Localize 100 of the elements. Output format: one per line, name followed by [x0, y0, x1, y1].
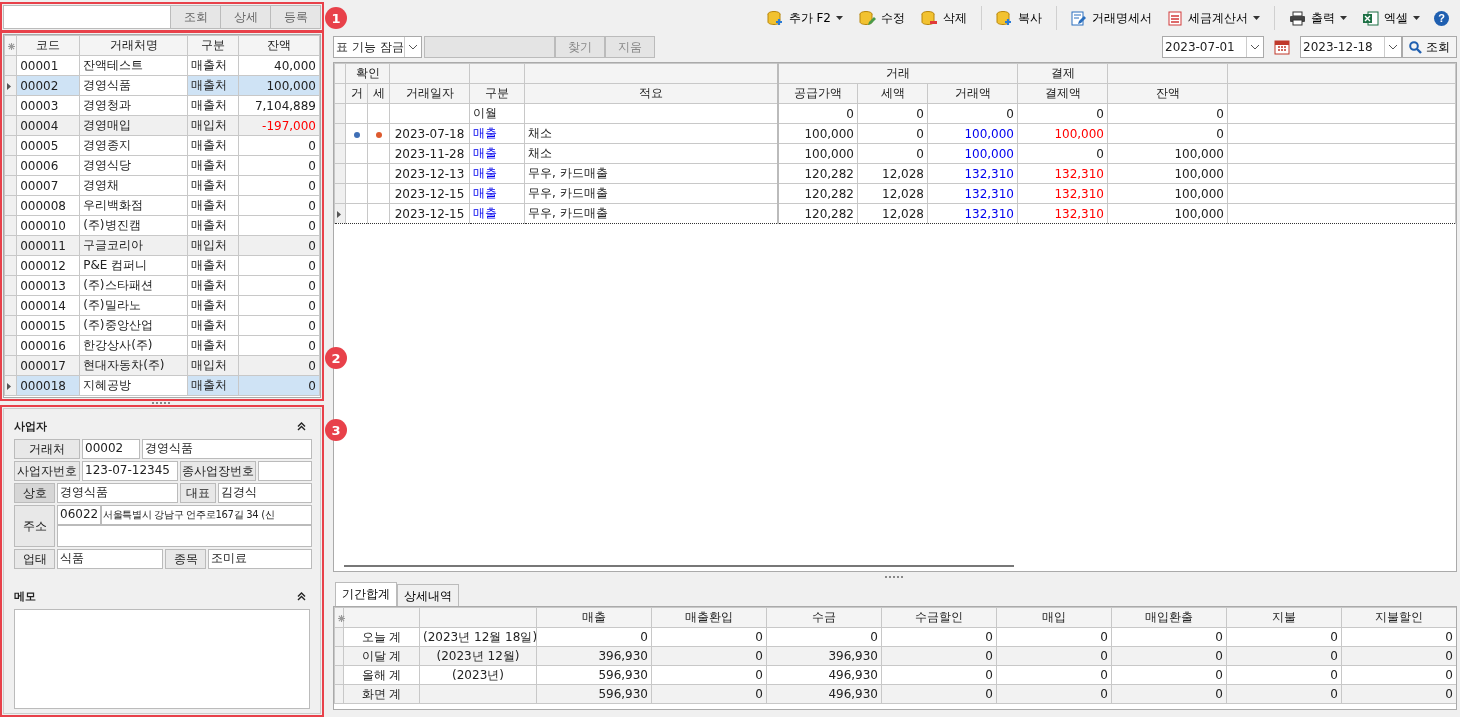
- table-cell: 100,000: [777, 123, 858, 144]
- table-cell: 매출처: [187, 215, 239, 236]
- table-cell: 0: [536, 627, 652, 647]
- table-cell: (주)밀라노: [79, 295, 188, 316]
- toolbar-button[interactable]: 상세: [220, 6, 270, 28]
- calendar-icon[interactable]: [1274, 39, 1290, 55]
- database-icon: [859, 10, 876, 26]
- toolbar-button[interactable]: 거래명세서: [1065, 7, 1158, 29]
- address-field[interactable]: 서울특별시 강남구 언주로167길 34 (신: [101, 505, 312, 525]
- column-header[interactable]: 지불할인: [1341, 607, 1456, 628]
- table-cell: 12,028: [857, 183, 928, 204]
- name-field[interactable]: 경영식품: [142, 439, 312, 459]
- callout-badge: 3: [325, 419, 347, 441]
- toolbar-button[interactable]: 출력: [1283, 7, 1353, 29]
- column-header[interactable]: 매입환출: [1111, 607, 1227, 628]
- ceo-field[interactable]: 김경식: [218, 483, 312, 503]
- zip-field[interactable]: 06022: [57, 505, 101, 525]
- field-label: 종사업장번호: [180, 461, 256, 481]
- company-field[interactable]: 경영식품: [57, 483, 178, 503]
- table-cell: 40,000: [238, 55, 320, 76]
- item-field[interactable]: 조미료: [208, 549, 312, 569]
- find-field[interactable]: [423, 36, 555, 58]
- section-title: 사업자: [14, 418, 47, 434]
- table-cell: 매출처: [187, 195, 239, 216]
- tab[interactable]: 상세내역: [397, 584, 459, 606]
- field-label: 상호: [14, 483, 55, 503]
- tab[interactable]: 기간합계: [335, 582, 397, 606]
- table-cell: 0: [238, 315, 320, 336]
- column-header[interactable]: 거래처명: [79, 35, 188, 56]
- row-header: 오늘 계: [343, 627, 420, 647]
- table-cell: 매출처: [187, 155, 239, 176]
- table-cell: 0: [238, 335, 320, 356]
- table-cell: (2023년): [419, 665, 537, 685]
- table-cell: 2023-07-18: [389, 123, 470, 144]
- sub-business-field[interactable]: [258, 461, 312, 481]
- row-pointer-icon: [7, 82, 11, 90]
- column-header[interactable]: 수금: [766, 607, 882, 628]
- table-cell: 100,000: [927, 123, 1018, 144]
- table-cell: 0: [651, 665, 767, 685]
- search-icon: [1409, 40, 1422, 54]
- memo-field[interactable]: [14, 609, 310, 709]
- toolbar-button[interactable]: 등록: [270, 6, 320, 28]
- table-cell: 120,282: [777, 203, 858, 224]
- business-number-field[interactable]: 123-07-12345: [82, 461, 178, 481]
- column-header[interactable]: 매출환입: [651, 607, 767, 628]
- toolbar-button[interactable]: 삭제: [915, 7, 973, 29]
- table-cell: 0: [238, 295, 320, 316]
- table-cell: 매출: [469, 183, 525, 204]
- toolbar-button[interactable]: 세금계산서: [1162, 7, 1266, 29]
- table-cell: 132,310: [927, 163, 1018, 184]
- table-cell: 000015: [16, 315, 80, 336]
- start-date-field[interactable]: 2023-07-01: [1162, 36, 1264, 58]
- field-label: 대표: [180, 483, 216, 503]
- toolbar-button[interactable]: 엑셀: [1357, 7, 1426, 29]
- table-cell: 매출: [469, 143, 525, 164]
- table-cell: 12,028: [857, 163, 928, 184]
- search-button[interactable]: 조회: [1402, 36, 1457, 58]
- address-detail-field[interactable]: [57, 525, 312, 547]
- table-cell: 매출: [469, 123, 525, 144]
- splitter-grip-icon[interactable]: [152, 401, 172, 405]
- table-cell: (주)스타패션: [79, 275, 188, 296]
- column-header[interactable]: 매출: [536, 607, 652, 628]
- toolbar-button[interactable]: 조회: [170, 6, 220, 28]
- grid-lock-dropdown[interactable]: 표 기능 잠금: [333, 36, 422, 58]
- database-icon: [996, 10, 1013, 26]
- document-list-icon: [1168, 10, 1183, 26]
- table-cell: 120,282: [777, 163, 858, 184]
- column-header[interactable]: 코드: [16, 35, 80, 56]
- table-cell: 0: [857, 143, 928, 164]
- table-cell: 132,310: [927, 183, 1018, 204]
- document-pen-icon: [1071, 10, 1087, 26]
- database-icon: [921, 10, 938, 26]
- table-cell: 0: [651, 627, 767, 647]
- table-cell: 매출처: [187, 55, 239, 76]
- column-header[interactable]: 매입: [996, 607, 1112, 628]
- toolbar-button[interactable]: 복사: [990, 7, 1048, 29]
- splitter-grip-icon[interactable]: [885, 575, 905, 579]
- table-cell: 000016: [16, 335, 80, 356]
- table-cell: 경영식당: [79, 155, 188, 176]
- business-type-field[interactable]: 식품: [57, 549, 163, 569]
- table-cell: 000013: [16, 275, 80, 296]
- column-header[interactable]: 수금할인: [881, 607, 997, 628]
- column-header[interactable]: 지불: [1226, 607, 1342, 628]
- column-header[interactable]: 구분: [187, 35, 239, 56]
- toolbar-button[interactable]: 수정: [853, 7, 911, 29]
- table-cell: 000008: [16, 195, 80, 216]
- collapse-icon[interactable]: [297, 591, 306, 601]
- help-button[interactable]: ?: [1434, 10, 1449, 26]
- toolbar-button[interactable]: 추가 F2: [760, 7, 849, 29]
- collapse-icon[interactable]: [297, 421, 306, 431]
- table-cell: 100,000: [1017, 123, 1108, 144]
- code-field[interactable]: 00002: [82, 439, 140, 459]
- row-pointer-icon: [7, 382, 11, 390]
- column-header[interactable]: 잔액: [238, 35, 320, 56]
- table-cell: 132,310: [1017, 183, 1108, 204]
- table-cell: 00006: [16, 155, 80, 176]
- table-cell: 0: [881, 665, 997, 685]
- table-cell: 매출: [469, 203, 525, 224]
- end-date-field[interactable]: 2023-12-18: [1300, 36, 1402, 58]
- column-group-header: 확인: [345, 63, 390, 84]
